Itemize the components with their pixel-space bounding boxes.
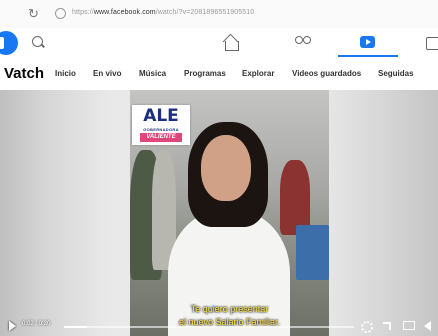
subtitle-line-1: Te quiero presentar [190,304,269,314]
search-icon[interactable] [32,36,43,47]
tab-en-vivo[interactable]: En vivo [93,69,121,78]
volume-icon[interactable] [424,321,431,331]
url-domain: www.facebook.com [93,9,156,16]
page-title: Vatch [4,65,45,82]
tab-inicio[interactable]: Inicio [55,69,76,78]
watch-icon[interactable] [358,34,380,52]
settings-icon[interactable] [361,321,373,333]
site-info-icon[interactable] [55,8,66,19]
tab-videos-guardados[interactable]: Videos guardados [292,69,361,78]
player-controls: 0:02 / 0:30 [0,318,438,336]
campaign-logo-name: ALE [143,106,179,126]
url-field[interactable]: https://www.facebook.com/watch/?v=208189… [72,9,254,16]
tab-programas[interactable]: Programas [184,69,226,78]
picture-in-picture-icon[interactable] [403,321,415,330]
active-tab-indicator [338,55,398,57]
video-frame: ALE GOBERNADORA VALIENTE Te quiero prese… [130,90,329,336]
tab-musica[interactable]: Música [139,69,166,78]
friends-icon[interactable] [292,34,314,52]
progress-fill [64,326,88,328]
home-icon[interactable] [221,34,243,52]
progress-bar[interactable] [64,326,354,328]
watch-tab-bar: Vatch Inicio En vivo Música Programas Ex… [0,58,438,90]
background-table [296,225,329,280]
campaign-logo-line: GOBERNADORA [143,127,179,132]
campaign-logo: ALE GOBERNADORA VALIENTE [132,105,190,145]
speaker-face [201,135,251,201]
url-prefix: https:// [72,9,94,16]
url-path: /watch/?v=2081896551905510 [155,9,255,16]
tab-seguidas[interactable]: Seguidas [378,69,414,78]
expand-icon[interactable] [383,322,391,330]
play-icon[interactable] [9,321,16,331]
facebook-logo-icon[interactable] [0,31,18,55]
tab-explorar[interactable]: Explorar [242,69,274,78]
marketplace-icon[interactable] [424,34,438,52]
top-navigation [0,28,438,58]
background-person [280,160,310,235]
browser-url-bar: ↻ https://www.facebook.com/watch/?v=2081… [0,0,438,29]
time-display: 0:02 / 0:30 [22,321,51,327]
campaign-logo-tag: VALIENTE [140,133,182,142]
reload-icon[interactable]: ↻ [28,6,39,22]
video-player[interactable]: ALE GOBERNADORA VALIENTE Te quiero prese… [0,90,438,336]
